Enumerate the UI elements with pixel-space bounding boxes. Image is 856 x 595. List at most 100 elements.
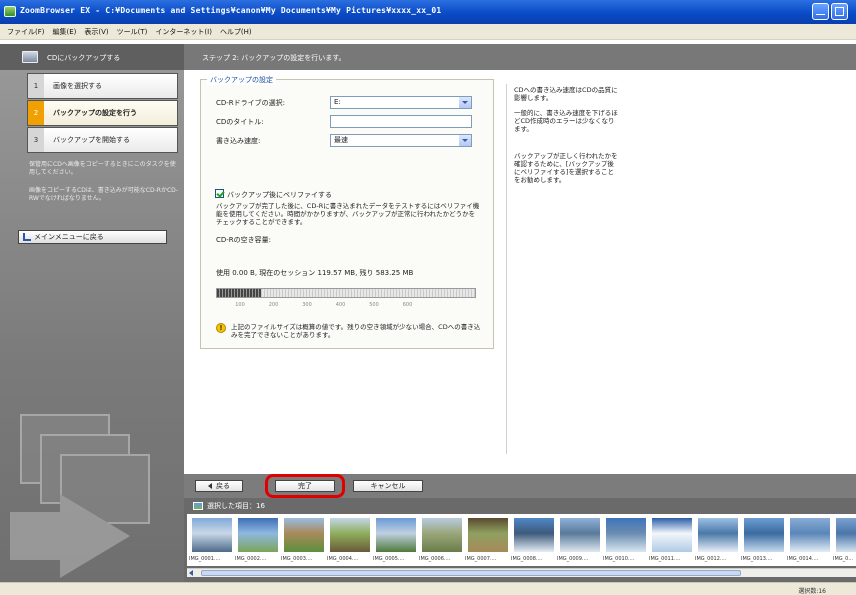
thumbnail-caption: IMG_0002.... — [235, 556, 267, 562]
thumbnail[interactable]: IMG_0006.... — [417, 514, 467, 566]
menu-internet[interactable]: インターネット(I) — [151, 27, 216, 37]
scroll-left-icon[interactable] — [189, 570, 193, 576]
window-title: ZoomBrowser EX - C:¥Documents and Settin… — [20, 6, 442, 15]
cd-title-input[interactable] — [330, 115, 472, 128]
selection-count: 選択数:16 — [798, 588, 826, 595]
thumbnail-image — [284, 518, 324, 552]
status-bar: 選択数:16 — [0, 582, 856, 595]
back-arrow-icon — [208, 483, 212, 489]
usage-text: 使用 0.00 B, 現在のセッション 119.57 MB, 残り 583.25… — [216, 269, 414, 277]
step-number: 2 — [28, 101, 44, 125]
verify-checkbox-label[interactable]: バックアップ後にベリファイする — [227, 190, 332, 200]
minimize-button[interactable] — [812, 3, 829, 20]
menu-help[interactable]: ヘルプ(H) — [216, 27, 256, 37]
meter-ticks: 100 200 300 400 500 600 — [216, 302, 476, 310]
back-button[interactable]: 戻る — [195, 480, 243, 492]
app-icon — [4, 6, 16, 17]
menu-view[interactable]: 表示(V) — [80, 27, 112, 37]
thumbnail[interactable]: IMG_0009.... — [555, 514, 605, 566]
main-panel: ステップ 2: バックアップの設定を行います。 バックアップの設定 CD-Rドラ… — [184, 44, 856, 582]
thumbnail[interactable]: IMG_0012.... — [693, 514, 743, 566]
backup-settings-group: バックアップの設定 CD-Rドライブの選択: E: CDのタイトル: 書き込み速… — [200, 75, 494, 349]
verify-description: バックアップが完了した後に、CD-Rに書き込まれたデータをテストするにはベリファ… — [216, 202, 480, 226]
verify-checkbox[interactable] — [215, 189, 224, 198]
thumbnail-caption: IMG_0004.... — [327, 556, 359, 562]
thumbnail-caption: IMG_0011.... — [649, 556, 681, 562]
scroll-thumb[interactable] — [201, 570, 741, 576]
capacity-meter-fill — [217, 289, 261, 297]
strip-header: 選択した項目：16 — [193, 501, 265, 511]
menu-tools[interactable]: ツール(T) — [113, 27, 152, 37]
thumbnail[interactable]: IMG_0002.... — [233, 514, 283, 566]
step-start-backup[interactable]: 3 バックアップを開始する — [27, 127, 178, 153]
thumbnail-image — [560, 518, 600, 552]
menu-edit[interactable]: 編集(E) — [49, 27, 81, 37]
thumbnail[interactable]: IMG_0003.... — [279, 514, 329, 566]
navigation-button-bar: 戻る 完了 キャンセル — [184, 474, 856, 498]
thumbnail-image — [790, 518, 830, 552]
finish-button-highlight — [265, 474, 345, 498]
thumbnail-image — [376, 518, 416, 552]
thumbnail[interactable]: IMG_0004.... — [325, 514, 375, 566]
step-number: 1 — [28, 74, 44, 98]
help-note: CDへの書き込み速度はCDの品質に影響します。 — [514, 86, 618, 102]
help-note: 一般的に、書き込み速度を下げるほどCD作成時のエラーは少なくなります。 — [514, 109, 618, 133]
thumbnail-image — [468, 518, 508, 552]
thumbnail[interactable]: IMG_0001.... — [187, 514, 237, 566]
capacity-meter — [216, 288, 476, 298]
warning-icon: ! — [216, 323, 226, 333]
step-backup-settings[interactable]: 2 バックアップの設定を行う — [27, 100, 178, 126]
drive-select[interactable]: E: — [330, 96, 472, 109]
thumbnail-image — [192, 518, 232, 552]
thumbnail-caption: IMG_0... — [833, 556, 854, 562]
step-header-text: ステップ 2: バックアップの設定を行います。 — [202, 54, 346, 62]
thumbnail[interactable]: IMG_0010.... — [601, 514, 651, 566]
thumbnail[interactable]: IMG_0008.... — [509, 514, 559, 566]
thumbnail[interactable]: IMG_0... — [831, 514, 856, 566]
step-label: バックアップの設定を行う — [53, 109, 137, 117]
cd-title-label: CDのタイトル: — [216, 118, 264, 126]
selected-items-strip: 選択した項目：16 IMG_0001.... IMG_0002.... IMG_00… — [184, 498, 856, 582]
thumbnail[interactable]: IMG_0007.... — [463, 514, 513, 566]
thumbnail[interactable]: IMG_0014.... — [785, 514, 835, 566]
meter-tick: 200 — [268, 302, 279, 308]
sidebar-note: 画像をコピーするCDは、書き込みが可能なCD-RかCD-RWでなければなりません… — [29, 187, 178, 202]
cancel-button[interactable]: キャンセル — [353, 480, 423, 492]
meter-tick: 500 — [369, 302, 379, 308]
thumbnail-caption: IMG_0012.... — [695, 556, 727, 562]
thumbnail[interactable]: IMG_0005.... — [371, 514, 421, 566]
meter-tick: 400 — [335, 302, 346, 308]
main-menu-button[interactable]: メインメニューに戻る — [18, 230, 167, 244]
drive-value: E: — [334, 98, 341, 106]
task-sidebar: CDにバックアップする 1 画像を選択する 2 バックアップの設定を行う 3 バ… — [0, 44, 184, 582]
cd-backup-icon — [22, 51, 38, 63]
thumbnail[interactable]: IMG_0013.... — [739, 514, 789, 566]
maximize-button[interactable] — [831, 3, 848, 20]
drive-label: CD-Rドライブの選択: — [216, 99, 286, 107]
thumbnail-caption: IMG_0007.... — [465, 556, 497, 562]
panel-divider — [506, 84, 507, 454]
step-number: 3 — [28, 128, 44, 152]
thumbnail-image — [698, 518, 738, 552]
warning-text: 上記のファイルサイズは概算の値です。残りの空き領域が少ない場合、CDへの書き込み… — [231, 323, 481, 339]
thumbnail-caption: IMG_0001.... — [189, 556, 221, 562]
chevron-down-icon[interactable] — [459, 97, 471, 108]
horizontal-scrollbar[interactable] — [187, 568, 856, 577]
step-select-images[interactable]: 1 画像を選択する — [27, 73, 178, 99]
speed-value: 最速 — [334, 136, 348, 144]
thumbnail-caption: IMG_0014.... — [787, 556, 819, 562]
group-title: バックアップの設定 — [207, 75, 276, 85]
speed-select[interactable]: 最速 — [330, 134, 472, 147]
meter-tick: 100 — [235, 302, 245, 308]
thumbnail-caption: IMG_0005.... — [373, 556, 405, 562]
step-label: バックアップを開始する — [53, 136, 130, 144]
chevron-down-icon[interactable] — [459, 135, 471, 146]
sidebar-note: 保管用にCDへ画像をコピーするときにこのタスクを使用してください。 — [29, 161, 176, 176]
thumbnail-image — [514, 518, 554, 552]
thumbnail-image — [652, 518, 692, 552]
meter-tick: 600 — [402, 302, 413, 308]
thumbnail-caption: IMG_0008.... — [511, 556, 543, 562]
thumbnail[interactable]: IMG_0011.... — [647, 514, 697, 566]
menu-file[interactable]: ファイル(F) — [3, 27, 49, 37]
thumbnail-caption: IMG_0006.... — [419, 556, 451, 562]
